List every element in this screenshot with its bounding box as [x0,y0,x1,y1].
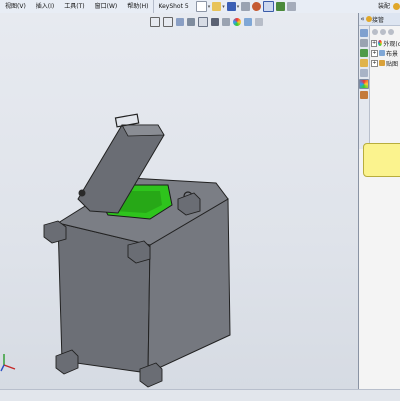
chevron-down-icon[interactable]: ▾ [208,4,211,10]
tree-item-label: 外观(c [383,40,400,48]
forward-icon[interactable] [380,29,386,35]
back-icon[interactable] [372,29,378,35]
menu-view[interactable]: 视图(V) [0,0,31,13]
home-icon[interactable] [388,29,394,35]
undo-icon[interactable] [252,2,262,11]
expand-icon[interactable]: + [371,59,378,67]
coordinate-triad-icon [0,354,16,372]
new-document-icon[interactable] [195,1,207,12]
menu-tools[interactable]: 工具(T) [59,0,89,13]
appearance-tree: + 外观(c + 布景 + 贴图 [370,38,400,68]
tree-item-appearances[interactable]: + 外观(c [371,38,400,48]
corner-block [43,220,67,244]
model-render [43,113,231,388]
print-icon[interactable] [241,2,251,11]
options-icon[interactable] [287,2,297,11]
expand-icon[interactable]: + [371,39,378,47]
scene-icon [379,50,385,56]
chevron-down-icon[interactable]: ▾ [237,4,240,10]
graphics-area[interactable] [0,13,358,389]
decal-icon [379,60,385,66]
tree-item-scenes[interactable]: + 布景 [371,48,400,58]
task-pane: « 接管 + 外观(c + 布景 + 贴图 [358,13,400,389]
menu-help[interactable]: 帮助(H) [122,0,153,13]
search-tab-icon[interactable] [360,69,368,77]
tree-item-decals[interactable]: + 贴图 [371,58,400,68]
select-pointer-icon[interactable] [263,1,275,12]
view-palette-tab-icon[interactable] [360,59,368,67]
corner-block [127,240,151,264]
menu-keyshot[interactable]: KeyShot 5 [153,0,193,13]
tree-item-label: 布景 [386,50,399,58]
task-pane-header: « 接管 [359,13,400,26]
corner-block [55,349,79,375]
chevron-down-icon[interactable]: ▾ [222,4,225,10]
note-panel [363,143,400,177]
standard-toolbar: ▾ ▾ ▾ [195,1,297,12]
custom-properties-tab-icon[interactable] [360,91,368,99]
tree-item-label: 贴图 [386,60,399,68]
appearance-ball-icon [378,40,383,46]
hinge-knob [78,189,86,197]
file-explorer-tab-icon[interactable] [360,49,368,57]
collapse-icon[interactable]: « [359,15,366,23]
home-tab-icon[interactable] [360,29,368,37]
status-bar [0,389,400,401]
expand-icon[interactable]: + [371,49,378,57]
rebuild-icon[interactable] [276,2,286,11]
save-icon[interactable] [226,2,236,11]
menu-insert[interactable]: 插入(I) [31,0,59,13]
design-library-tab-icon[interactable] [360,39,368,47]
menu-window[interactable]: 窗口(W) [90,0,123,13]
task-pane-content: + 外观(c + 布景 + 贴图 [370,26,400,389]
command-tab-area: 装配 [375,0,400,13]
menu-bar: 视图(V) 插入(I) 工具(T) 窗口(W) 帮助(H) KeyShot 5 … [0,0,400,14]
task-pane-nav [370,26,400,38]
task-pane-tabs [359,26,370,149]
open-folder-icon[interactable] [212,2,222,11]
task-pane-title: 接管 [372,16,385,24]
appearances-tab-icon[interactable] [359,79,369,89]
tab-assembly[interactable]: 装配 [375,0,393,13]
help-icon[interactable] [393,3,400,10]
